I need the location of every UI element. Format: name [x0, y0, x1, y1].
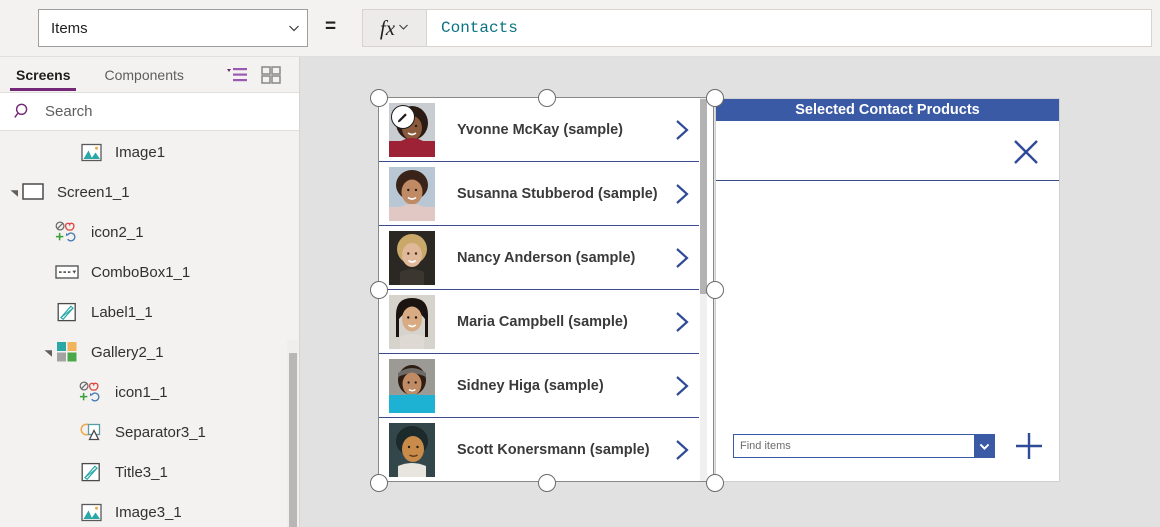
tree-item-label: Image3_1 — [115, 503, 182, 521]
gallery-icon — [55, 340, 79, 364]
contact-name: Yvonne McKay (sample) — [457, 121, 623, 138]
property-select-dropdown[interactable]: Items — [38, 9, 308, 47]
avatar — [389, 294, 435, 349]
resize-handle-middle-right[interactable] — [706, 281, 724, 299]
tab-screens[interactable]: Screens — [10, 58, 77, 92]
sidebar-tabs: Screens Components — [0, 57, 299, 92]
gallery-selection-wrapper: Yvonne McKay (sample) Susanna Stubberod … — [370, 89, 724, 492]
tree-item-icon2-1[interactable]: icon2_1 — [0, 212, 299, 252]
gallery-row[interactable]: Sidney Higa (sample) — [379, 354, 699, 418]
resize-handle-bottom-right[interactable] — [706, 474, 724, 492]
avatar — [389, 422, 435, 477]
tree-item-combobox1-1[interactable]: ComboBox1_1 — [0, 252, 299, 292]
resize-handle-top-right[interactable] — [706, 89, 724, 107]
tree-item-icon1-1[interactable]: icon1_1 — [0, 372, 299, 412]
resize-handle-middle-left[interactable] — [370, 281, 388, 299]
twisty-expanded-icon[interactable] — [42, 346, 55, 359]
gallery-item-list: Yvonne McKay (sample) Susanna Stubberod … — [379, 98, 699, 481]
property-select-value: Items — [51, 19, 88, 37]
selected-contact-products-panel: Selected Contact Products Find items — [715, 98, 1060, 482]
tree-item-label: Title3_1 — [115, 463, 168, 481]
chevron-right-icon[interactable] — [665, 375, 699, 397]
equals-sign: = — [325, 16, 337, 37]
tree-item-label: Screen1_1 — [57, 183, 130, 201]
find-items-placeholder: Find items — [740, 440, 791, 452]
icon-icon — [55, 220, 79, 244]
search-placeholder: Search — [45, 103, 93, 120]
chevron-down-icon — [281, 21, 307, 35]
label-icon — [79, 460, 103, 484]
tree-item-label: Separator3_1 — [115, 423, 206, 441]
icon-icon — [79, 380, 103, 404]
contact-name: Nancy Anderson (sample) — [457, 249, 636, 266]
chevron-down-icon[interactable] — [974, 435, 994, 457]
gallery-row[interactable]: Yvonne McKay (sample) — [379, 98, 699, 162]
find-items-combobox[interactable]: Find items — [733, 434, 995, 458]
panel-title: Selected Contact Products — [716, 99, 1059, 121]
chevron-right-icon[interactable] — [665, 119, 699, 141]
tree-item-screen1-1[interactable]: Screen1_1 — [0, 172, 299, 212]
chevron-right-icon[interactable] — [665, 183, 699, 205]
gallery-scrollbar-thumb[interactable] — [700, 99, 707, 294]
combobox-icon — [55, 260, 79, 284]
panel-footer: Find items — [716, 426, 1059, 481]
gallery-row[interactable]: Maria Campbell (sample) — [379, 290, 699, 354]
gallery-row[interactable]: Nancy Anderson (sample) — [379, 226, 699, 290]
image-icon — [79, 500, 103, 524]
contact-name: Scott Konersmann (sample) — [457, 441, 650, 458]
contact-name: Susanna Stubberod (sample) — [457, 185, 658, 202]
tree-item-label: Image1 — [115, 143, 166, 161]
plus-icon[interactable] — [1012, 429, 1046, 468]
tree-item-label: Label1_1 — [91, 303, 153, 321]
close-x-icon[interactable] — [1011, 137, 1041, 172]
fx-button[interactable]: fx — [362, 9, 427, 47]
resize-handle-bottom-center[interactable] — [538, 474, 556, 492]
tab-components[interactable]: Components — [98, 58, 189, 92]
screen-icon — [21, 180, 45, 204]
formula-text: Contacts — [441, 19, 518, 37]
avatar — [389, 166, 435, 221]
label-icon — [55, 300, 79, 324]
contact-name: Sidney Higa (sample) — [457, 377, 604, 394]
tree-item-label: Gallery2_1 — [91, 343, 164, 361]
contact-name: Maria Campbell (sample) — [457, 313, 628, 330]
panel-header-row — [716, 121, 1059, 181]
tree-view-icon[interactable] — [225, 64, 249, 86]
gallery-row[interactable]: Susanna Stubberod (sample) — [379, 162, 699, 226]
panel-body-empty-area — [716, 182, 1059, 444]
gallery-row[interactable]: Scott Konersmann (sample) — [379, 418, 699, 481]
sidebar-scrollbar-thumb[interactable] — [289, 353, 297, 527]
tree-item-label1-1[interactable]: Label1_1 — [0, 292, 299, 332]
avatar — [389, 230, 435, 285]
resize-handle-top-center[interactable] — [538, 89, 556, 107]
fx-icon: fx — [379, 15, 396, 40]
tree-item-gallery2-1[interactable]: Gallery2_1 — [0, 332, 299, 372]
screens-tree: Image1 Screen1_1 icon2_1 ComboBox1_1 Lab… — [0, 132, 299, 527]
app-canvas: Selected Contact Products Find items Yvo… — [300, 57, 1160, 527]
formula-input[interactable]: Contacts — [427, 9, 1152, 47]
tree-item-label: icon2_1 — [91, 223, 144, 241]
tree-item-label: icon1_1 — [115, 383, 168, 401]
image-icon — [79, 140, 103, 164]
twisty-expanded-icon[interactable] — [8, 186, 21, 199]
tree-item-image1[interactable]: Image1 — [0, 132, 299, 172]
search-input[interactable]: Search — [0, 92, 299, 131]
pencil-icon[interactable] — [391, 105, 415, 129]
resize-handle-top-left[interactable] — [370, 89, 388, 107]
tree-item-separator3-1[interactable]: Separator3_1 — [0, 412, 299, 452]
chevron-right-icon[interactable] — [665, 247, 699, 269]
chevron-right-icon[interactable] — [665, 439, 699, 461]
tree-item-title3-1[interactable]: Title3_1 — [0, 452, 299, 492]
avatar — [389, 358, 435, 413]
search-icon — [14, 102, 33, 121]
tree-item-label: ComboBox1_1 — [91, 263, 191, 281]
separator-icon — [79, 420, 103, 444]
grid-view-icon[interactable] — [259, 64, 283, 86]
formula-bar: Items = fx Contacts — [0, 0, 1160, 57]
left-sidebar: Screens Components Search Image1 Screen1… — [0, 57, 300, 527]
chevron-right-icon[interactable] — [665, 311, 699, 333]
resize-handle-bottom-left[interactable] — [370, 474, 388, 492]
chevron-down-icon — [398, 21, 409, 35]
tree-item-image3-1[interactable]: Image3_1 — [0, 492, 299, 527]
